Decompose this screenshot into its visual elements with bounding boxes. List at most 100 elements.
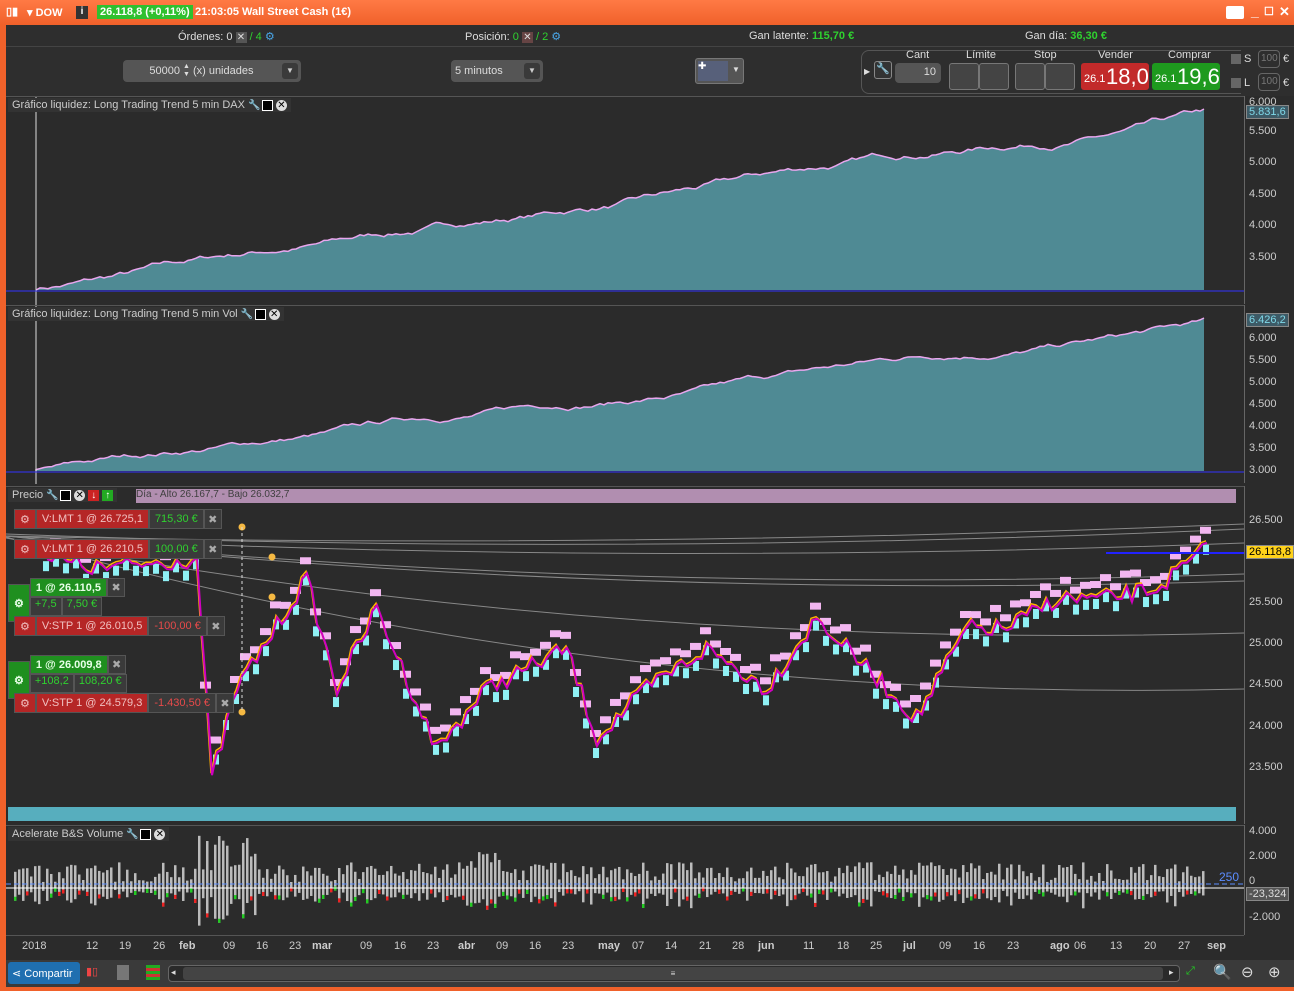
cancel-order-button[interactable]: ✖	[203, 509, 222, 529]
clock: 21:03:05	[195, 6, 240, 18]
gear-icon[interactable]: ⚙	[14, 539, 36, 559]
zoom-out-icon[interactable]: ⊖	[1241, 963, 1254, 981]
close-icon[interactable]: ✕	[154, 828, 166, 840]
window-icon[interactable]	[60, 489, 72, 501]
add-indicator-button[interactable]: ✚ ▼	[695, 58, 744, 84]
gear-icon[interactable]: ⚙	[14, 616, 36, 636]
window-icon[interactable]	[254, 308, 266, 320]
sell-signal-mark	[980, 618, 991, 626]
buy-signal-mark	[63, 563, 69, 574]
order-book-icon[interactable]	[146, 965, 160, 980]
volume-bar	[1070, 865, 1073, 896]
wrench-icon[interactable]: 🔧	[46, 490, 58, 501]
window-icon[interactable]	[261, 99, 273, 111]
chevron-down-icon[interactable]: ▼	[524, 63, 540, 79]
level-marker: 250	[1219, 870, 1240, 884]
sell-button[interactable]: 26.1 18,0	[1081, 63, 1149, 90]
wrench-icon[interactable]: 🔧	[874, 61, 892, 79]
volume-bar	[694, 878, 697, 896]
chevron-down-icon[interactable]: ▼	[282, 63, 298, 79]
share-button[interactable]: ⋖ Compartir	[8, 962, 80, 984]
cancel-order-button[interactable]: ✖	[215, 693, 234, 713]
wrench-icon[interactable]: 🔧	[126, 829, 138, 840]
sell-arrow-icon[interactable]: ↓	[88, 489, 100, 501]
close-position-button[interactable]: ✖	[107, 578, 126, 597]
quantity-input[interactable]: 50000	[123, 65, 180, 77]
template-icon[interactable]	[117, 965, 129, 980]
volume-indicator-chart[interactable]: Acelerate B&S Volume 🔧 ✕ 250	[6, 825, 1244, 935]
horizontal-scrollbar[interactable]: ◂ ≡ ▸	[168, 965, 1180, 982]
candlestick-icon[interactable]: ▯▮	[6, 5, 18, 18]
wrench-icon[interactable]: 🔧	[248, 100, 260, 111]
minimize-button[interactable]: _	[1251, 3, 1259, 19]
s-checkbox[interactable]	[1231, 54, 1241, 64]
order-ticket[interactable]: ⚙ 1 @ 26.110,5 ✖ +7,5 7,50 €	[8, 578, 126, 622]
l-input[interactable]: 100	[1258, 73, 1280, 91]
instrument-selector[interactable]: ▾ DOW	[27, 6, 62, 19]
zoom-in-icon[interactable]: ⊕	[1268, 963, 1281, 981]
cancel-order-button[interactable]: ✖	[206, 616, 225, 636]
sell-signal-mark	[430, 726, 441, 734]
close-button[interactable]: ✕	[1279, 4, 1290, 20]
date-tick-label: mar	[312, 940, 333, 952]
scroll-left-button[interactable]: ◂	[171, 967, 176, 978]
liquidity-chart-dax[interactable]: Gráfico liquidez: Long Trading Trend 5 m…	[6, 96, 1244, 305]
quantity-stepper[interactable]: ▲ ▼	[183, 63, 190, 79]
order-ticket[interactable]: ⚙ V:STP 1 @ 26.010,5 -100,00 € ✖	[14, 616, 225, 636]
interval-select[interactable]: 5 minutos	[455, 65, 524, 77]
cancel-orders-icon[interactable]: ✕	[235, 32, 247, 43]
scroll-thumb[interactable]: ≡	[183, 967, 1163, 980]
close-icon[interactable]: ✕	[275, 99, 287, 111]
gear-icon[interactable]: ⚙	[14, 509, 36, 529]
scroll-right-button[interactable]: ▸	[1169, 967, 1174, 978]
l-checkbox[interactable]	[1231, 78, 1241, 88]
close-position-icon[interactable]: ✕	[521, 32, 533, 43]
order-ticket[interactable]: ⚙ V:STP 1 @ 24.579,3 -1.430,50 € ✖	[14, 693, 234, 713]
stop-buy-button[interactable]	[1015, 63, 1045, 90]
liquidity-chart-vol[interactable]: Gráfico liquidez: Long Trading Trend 5 m…	[6, 305, 1244, 484]
gear-icon[interactable]: ⚙	[14, 693, 36, 713]
price-chart[interactable]: Día - Alto 26.167,7 - Bajo 26.032,7 Prec…	[5, 486, 1245, 824]
cant-input[interactable]: 10	[895, 63, 941, 83]
expand-arrow[interactable]: ▶	[864, 67, 870, 76]
volume-bar	[542, 865, 545, 901]
volume-signal	[886, 893, 889, 898]
order-ticket[interactable]: ⚙ V:LMT 1 @ 26.210,5 100,00 € ✖	[14, 539, 222, 559]
volume-bar	[762, 870, 765, 894]
wrench-icon[interactable]: 🔧	[241, 309, 253, 320]
order-anchor-point[interactable]	[268, 593, 276, 601]
date-tick-label: 2018	[22, 940, 47, 952]
buy-signal-mark	[823, 635, 829, 646]
y-tick-label: 5.000	[1249, 376, 1277, 388]
volume-bar	[986, 872, 989, 899]
gear-icon[interactable]: ⚙	[551, 31, 561, 43]
close-icon[interactable]: ✕	[268, 308, 280, 320]
chart-type-icon[interactable]: ▮▯	[86, 965, 98, 978]
maximize-button[interactable]: ☐	[1264, 5, 1274, 18]
order-ticket[interactable]: ⚙ V:LMT 1 @ 26.725,1 715,30 € ✖	[14, 509, 222, 529]
stop-sell-button[interactable]	[1045, 63, 1075, 90]
info-icon[interactable]: i	[76, 6, 88, 19]
volume-bar	[466, 865, 469, 906]
order-anchor-point[interactable]	[268, 553, 276, 561]
order-ticket[interactable]: ⚙ 1 @ 26.009,8 ✖ +108,2 108,20 €	[8, 655, 127, 699]
keyboard-icon[interactable]	[1226, 6, 1244, 19]
units-select[interactable]: (x) unidades	[193, 65, 282, 77]
s-input[interactable]: 100	[1258, 50, 1280, 68]
gear-icon[interactable]: ⚙	[265, 31, 275, 43]
volume-bar	[838, 867, 841, 897]
autoscale-icon[interactable]: ⤢	[1186, 965, 1195, 978]
close-position-button[interactable]: ✖	[107, 655, 126, 674]
cancel-order-button[interactable]: ✖	[203, 539, 222, 559]
limit-buy-button[interactable]	[949, 63, 979, 90]
limit-sell-button[interactable]	[979, 63, 1009, 90]
volume-bar	[1190, 875, 1193, 894]
buy-arrow-icon[interactable]: ↑	[102, 489, 114, 501]
volume-signal	[86, 891, 89, 896]
zoom-fit-icon[interactable]: 🔍	[1213, 963, 1232, 981]
close-icon[interactable]: ✕	[74, 489, 86, 501]
s-label: S	[1244, 53, 1252, 65]
buy-button[interactable]: 26.1 19,6	[1152, 63, 1220, 90]
window-icon[interactable]	[140, 828, 152, 840]
instrument-title: Wall Street Cash (1€)	[242, 6, 352, 18]
